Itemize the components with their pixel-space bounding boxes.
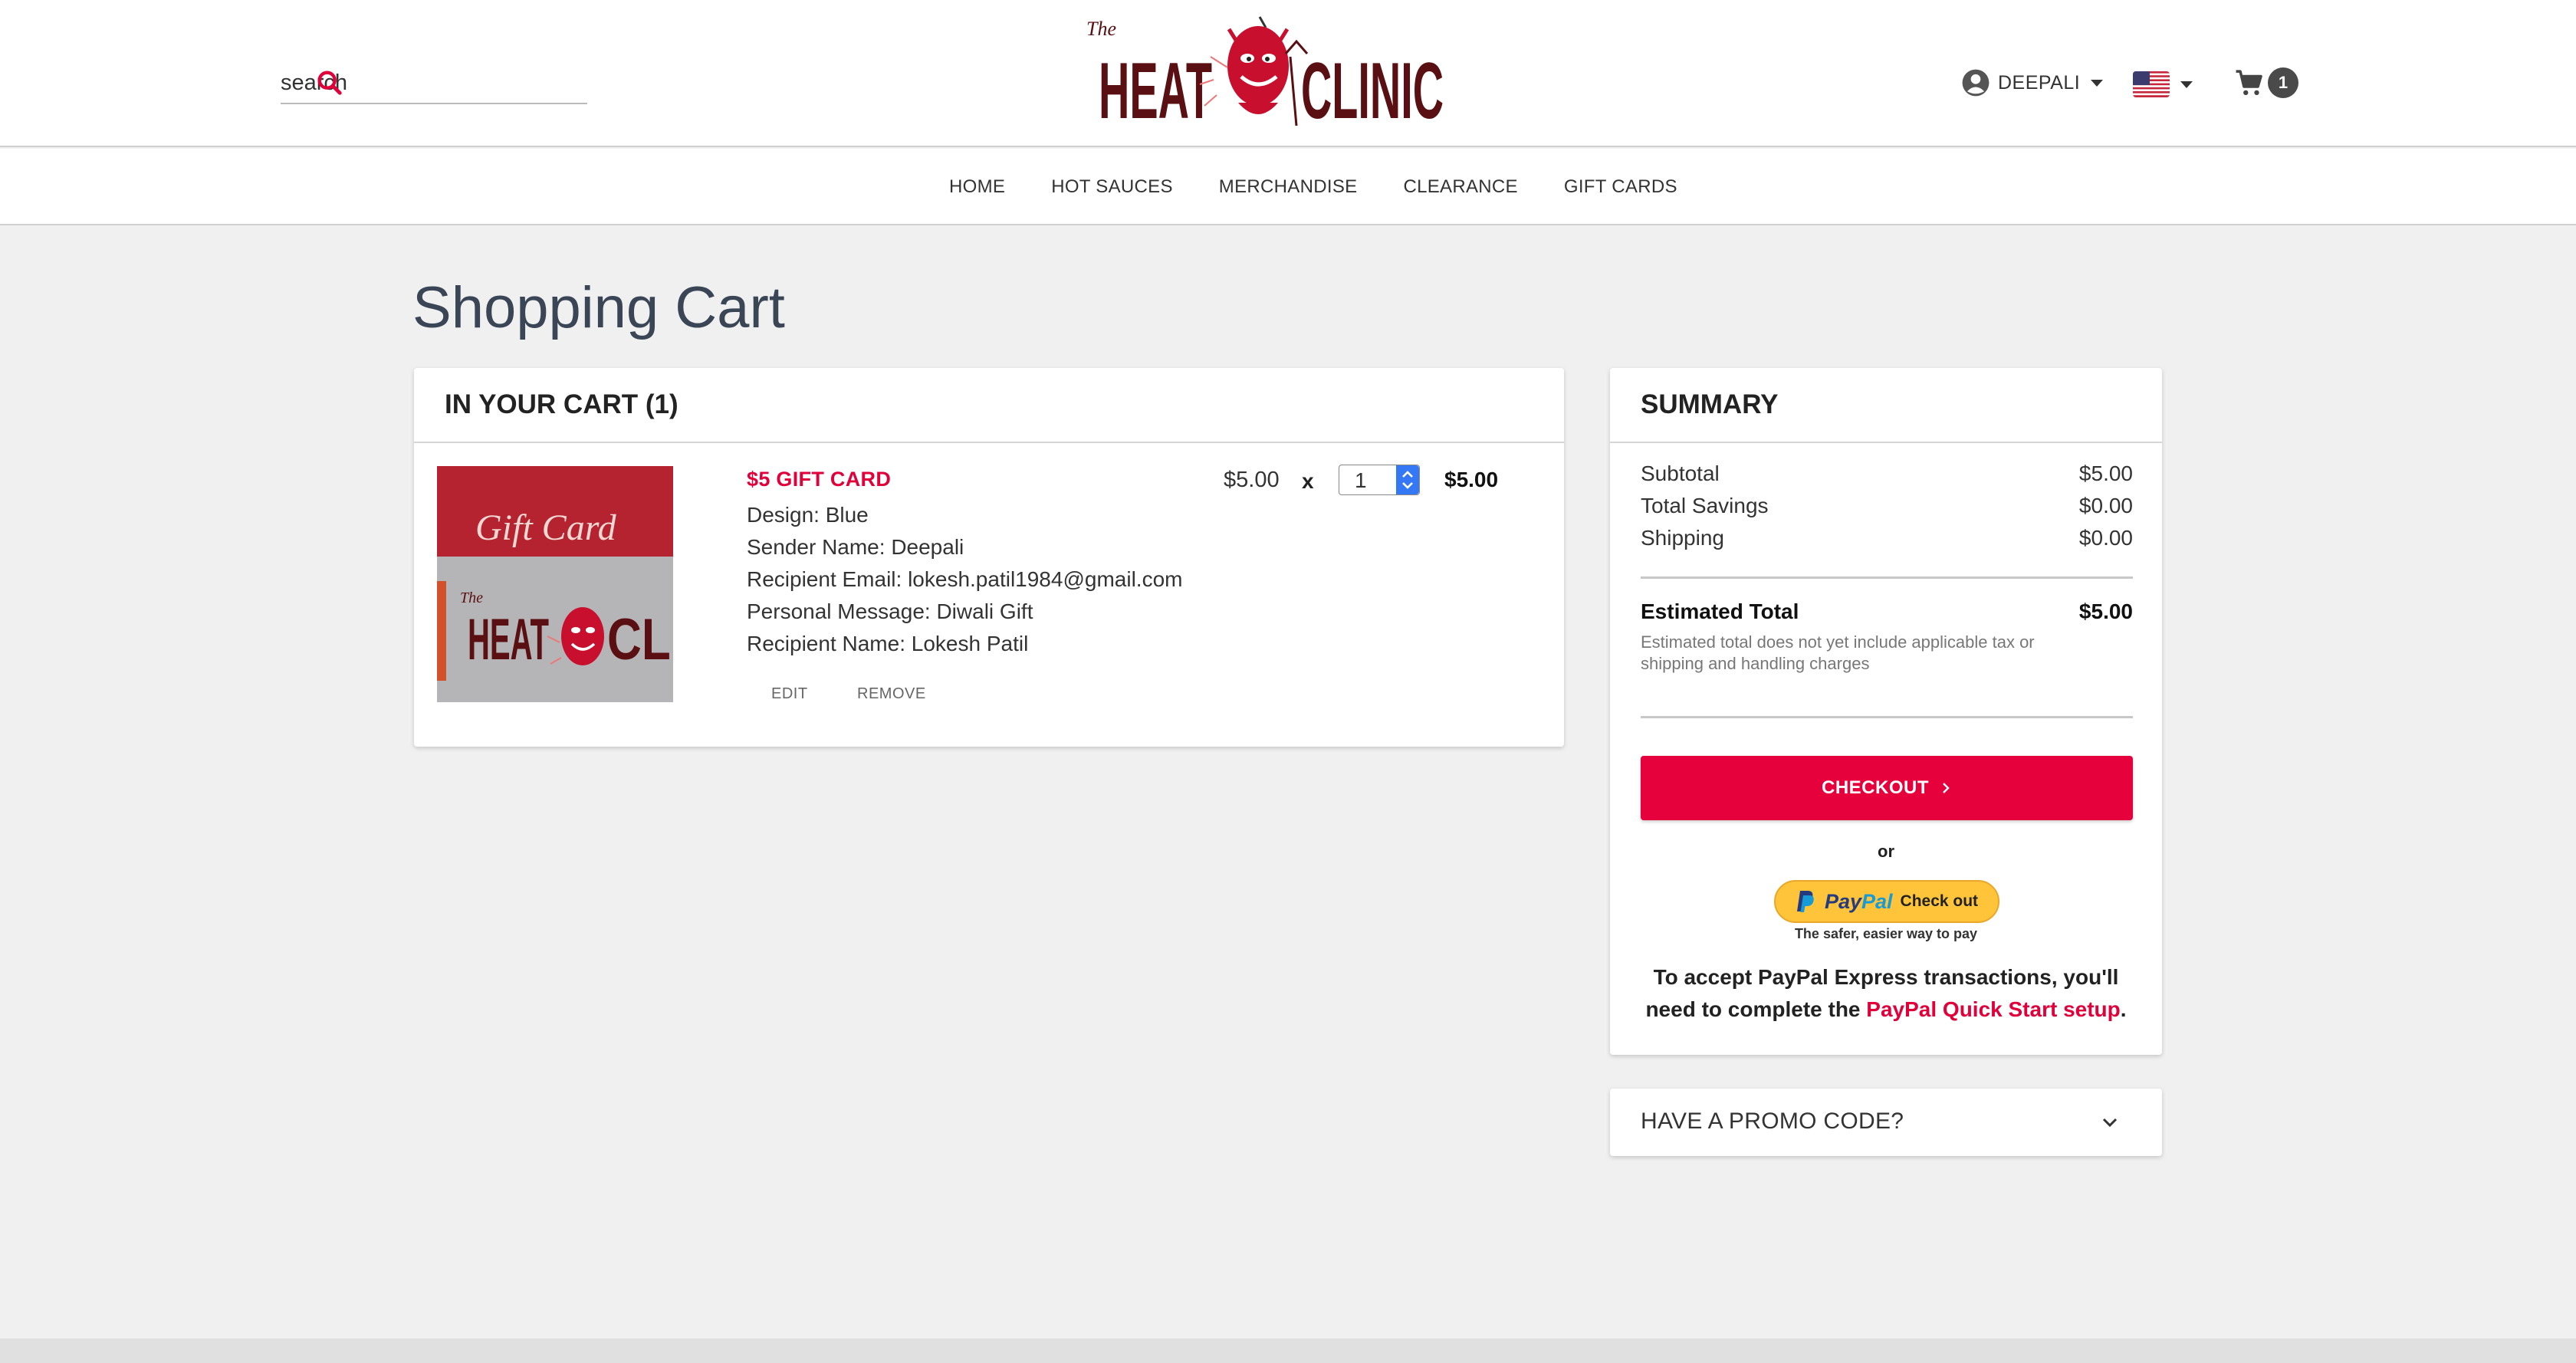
savings-row: Total Savings $0.00 — [1641, 494, 2133, 518]
site-header: The HEAT CLINIC DEEPALI — [0, 0, 2576, 147]
site-logo[interactable]: The HEAT CLINIC — [1085, 11, 1445, 133]
or-separator: or — [1878, 842, 1894, 861]
search-icon[interactable] — [314, 67, 345, 98]
shipping-value: $0.00 — [2078, 526, 2133, 550]
cart-button[interactable]: 1 — [2234, 66, 2303, 100]
page-title: Shopping Cart — [412, 275, 785, 340]
spinner-arrows-icon[interactable] — [1396, 465, 1419, 494]
item-attr-sender: Sender Name: Deepali — [747, 535, 964, 559]
summary-panel: SUMMARY Subtotal $5.00 Total Savings $0.… — [1610, 368, 2162, 1055]
logo-clinic: CLINIC — [1301, 47, 1444, 133]
item-attr-recipient-name: Recipient Name: Lokesh Patil — [747, 632, 1029, 655]
subtotal-value: $5.00 — [2078, 461, 2133, 485]
account-menu[interactable]: DEEPALI — [1961, 66, 2104, 100]
edit-item-button[interactable]: EDIT — [771, 685, 808, 703]
cart-count-badge: 1 — [2268, 67, 2298, 98]
gift-card-image-title: Gift Card — [475, 507, 617, 548]
nav-items: HOME HOT SAUCES MERCHANDISE CLEARANCE GI… — [926, 149, 1700, 225]
item-attr-design: Design: Blue — [747, 503, 869, 527]
main-nav: HOME HOT SAUCES MERCHANDISE CLEARANCE GI… — [0, 149, 2576, 225]
line-total: $5.00 — [1444, 468, 1499, 491]
estimated-total-label: Estimated Total — [1641, 599, 1799, 623]
item-attr-recipient-email: Recipient Email: lokesh.patil1984@gmail.… — [747, 567, 1183, 591]
paypal-checkout-button[interactable]: PayPal Check out — [1774, 880, 1999, 923]
paypal-tagline: The safer, easier way to pay — [1794, 926, 1978, 941]
paypal-wordmark: PayPal — [1825, 890, 1893, 914]
paypal-setup-note: To accept PayPal Express transactions, y… — [1633, 961, 2139, 1026]
shipping-label: Shipping — [1641, 526, 1724, 550]
checkout-label: CHECKOUT — [1822, 777, 1929, 798]
subtotal-label: Subtotal — [1641, 461, 1720, 485]
shipping-row: Shipping $0.00 — [1641, 526, 2133, 550]
savings-value: $0.00 — [2078, 494, 2133, 517]
account-circle-icon — [1962, 69, 1990, 97]
chevron-down-icon — [2091, 79, 2104, 87]
summary-divider — [1641, 716, 2133, 718]
account-name: DEEPALI — [1998, 71, 2081, 94]
cart-heading: IN YOUR CART (1) — [414, 368, 1564, 443]
paypal-note-suffix: . — [2120, 997, 2127, 1021]
promo-code-label: HAVE A PROMO CODE? — [1641, 1108, 1904, 1134]
chili-mascot-icon — [1199, 16, 1309, 126]
paypal-logo-icon — [1796, 891, 1814, 912]
paypal-wordmark-a: Pay — [1824, 889, 1861, 913]
item-name-link[interactable]: $5 GIFT CARD — [747, 468, 891, 491]
logo-the: The — [1086, 18, 1116, 40]
nav-item-gift-cards[interactable]: GIFT CARDS — [1564, 176, 1677, 198]
subtotal-row: Subtotal $5.00 — [1641, 461, 2133, 486]
estimated-total-value: $5.00 — [2078, 599, 2133, 623]
logo-heat: HEAT — [1099, 47, 1212, 133]
item-attr-message: Personal Message: Diwali Gift — [747, 599, 1033, 623]
cart-icon — [2236, 70, 2262, 96]
quantity-stepper[interactable]: 1 — [1339, 465, 1420, 495]
checkout-button[interactable]: CHECKOUT — [1641, 756, 2133, 820]
summary-heading: SUMMARY — [1610, 368, 2162, 443]
paypal-button-text: Check out — [1900, 892, 1979, 910]
gift-card-image-heat: HEAT — [468, 607, 549, 672]
gift-card-image[interactable]: Gift Card The HEAT CLI — [437, 466, 673, 702]
savings-label: Total Savings — [1641, 494, 1769, 517]
nav-item-merchandise[interactable]: MERCHANDISE — [1219, 176, 1358, 198]
chevron-down-icon — [2180, 80, 2193, 88]
nav-item-clearance[interactable]: CLEARANCE — [1403, 176, 1517, 198]
summary-divider — [1641, 576, 2133, 579]
quantity-value: 1 — [1355, 468, 1367, 492]
times-sign: x — [1302, 469, 1314, 493]
locale-menu[interactable] — [2133, 69, 2193, 100]
cart-panel: IN YOUR CART (1) Gift Card The HEAT CLI … — [414, 368, 1564, 747]
footer-edge — [0, 1338, 2576, 1363]
promo-code-toggle[interactable]: HAVE A PROMO CODE? — [1610, 1089, 2162, 1156]
unit-price: $5.00 — [1224, 468, 1280, 492]
paypal-wordmark-b: Pal — [1861, 889, 1893, 913]
nav-item-hot-sauces[interactable]: HOT SAUCES — [1051, 176, 1173, 198]
gift-card-image-clinic: CLI — [607, 607, 673, 672]
remove-item-button[interactable]: REMOVE — [857, 685, 926, 703]
paypal-quick-start-link[interactable]: PayPal Quick Start setup — [1866, 997, 2120, 1021]
chevron-down-icon — [2102, 1118, 2118, 1128]
nav-item-home[interactable]: HOME — [949, 176, 1005, 198]
chevron-right-icon — [1943, 783, 1950, 793]
estimated-total-note: Estimated total does not yet include app… — [1641, 632, 2035, 673]
us-flag-icon — [2133, 71, 2170, 97]
gift-card-image-the: The — [460, 590, 483, 606]
